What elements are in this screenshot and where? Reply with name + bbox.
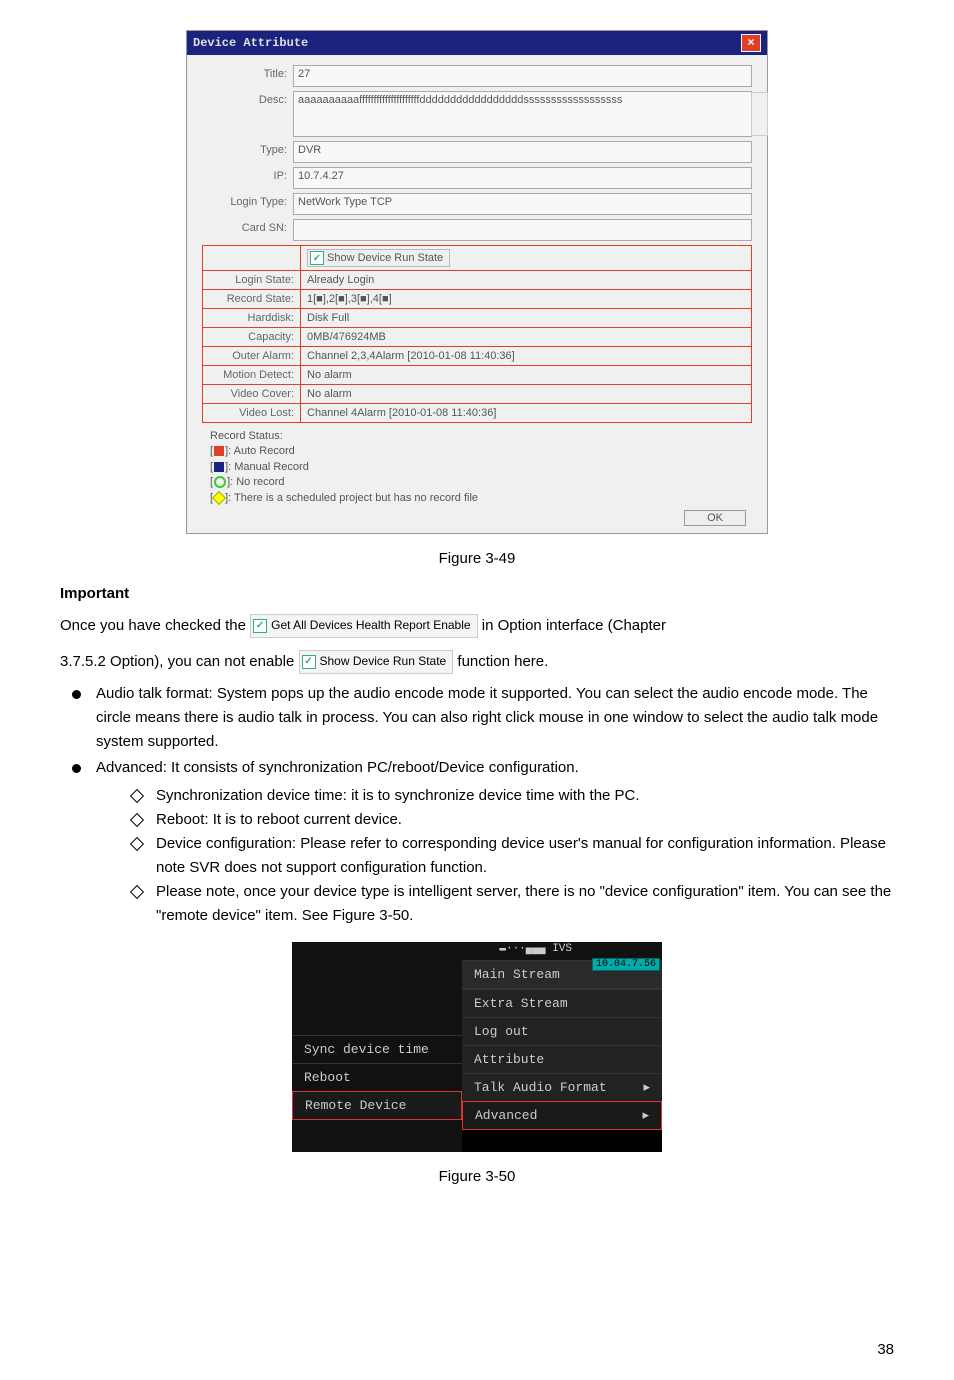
type-label: Type: <box>202 141 293 156</box>
cover-value: No alarm <box>301 385 751 403</box>
menu-extra-stream[interactable]: Extra Stream <box>462 989 662 1017</box>
capacity-label: Capacity: <box>203 328 301 346</box>
bullet-advanced: Advanced: It consists of synchronization… <box>68 756 894 928</box>
square-red-icon <box>214 446 224 456</box>
ok-button[interactable]: OK <box>684 510 746 526</box>
menu-talk-audio[interactable]: Talk Audio Format <box>462 1073 662 1101</box>
ip-field[interactable]: 10.7.4.27 <box>293 167 752 189</box>
motion-value: No alarm <box>301 366 751 384</box>
menu-advanced[interactable]: Advanced <box>462 1101 662 1130</box>
triangle-blue-icon <box>214 462 224 472</box>
sub-intelligent-server: Please note, once your device type is in… <box>128 880 894 928</box>
paragraph-1: Once you have checked the ✓Get All Devic… <box>60 614 894 638</box>
circle-green-icon <box>214 476 226 488</box>
menu-reboot[interactable]: Reboot <box>292 1063 462 1091</box>
sub-device-config: Device configuration: Please refer to co… <box>128 832 894 880</box>
harddisk-label: Harddisk: <box>203 309 301 327</box>
cover-label: Video Cover: <box>203 385 301 403</box>
dialog-title: Device Attribute <box>193 36 308 50</box>
bullet-audio-talk: Audio talk format: System pops up the au… <box>68 682 894 754</box>
title-field[interactable]: 27 <box>293 65 752 87</box>
harddisk-value: Disk Full <box>301 309 751 327</box>
show-run-state-checkbox[interactable]: ✓Show Device Run State <box>307 249 450 267</box>
sub-reboot: Reboot: It is to reboot current device. <box>128 808 894 832</box>
menu-sync-time[interactable]: Sync device time <box>292 1035 462 1063</box>
lost-label: Video Lost: <box>203 404 301 422</box>
outer-alarm-label: Outer Alarm: <box>203 347 301 365</box>
type-field[interactable]: DVR <box>293 141 752 163</box>
desc-field[interactable]: aaaaaaaaaafffffffffffffffffffffddddddddd… <box>293 91 752 137</box>
diamond-yellow-icon <box>212 491 226 505</box>
menu-remote-device[interactable]: Remote Device <box>292 1091 462 1120</box>
corner-badge: 10.04.7.56 <box>592 958 660 971</box>
card-sn-field[interactable] <box>293 219 752 241</box>
record-state-label: Record State: <box>203 290 301 308</box>
ivs-label: ▬···▄▄▄ IVS <box>499 943 572 955</box>
record-state-value: 1[■],2[■],3[■],4[■] <box>301 290 751 308</box>
sub-sync: Synchronization device time: it is to sy… <box>128 784 894 808</box>
outer-alarm-value: Channel 2,3,4Alarm [2010-01-08 11:40:36] <box>301 347 751 365</box>
motion-label: Motion Detect: <box>203 366 301 384</box>
menu-log-out[interactable]: Log out <box>462 1017 662 1045</box>
capacity-value: 0MB/476924MB <box>301 328 751 346</box>
login-state-value: Already Login <box>301 271 751 289</box>
paragraph-2: 3.7.5.2 Option), you can not enable ✓Sho… <box>60 650 894 674</box>
close-icon[interactable]: × <box>741 34 761 52</box>
show-run-state-chip: ✓Show Device Run State <box>299 650 454 673</box>
record-status-legend: Record Status: []: Auto Record []: Manua… <box>202 423 752 506</box>
run-state-table: ✓Show Device Run State Login State:Alrea… <box>202 245 752 423</box>
login-state-label: Login State: <box>203 271 301 289</box>
figure-caption-350: Figure 3-50 <box>60 1168 894 1185</box>
login-type-field[interactable]: NetWork Type TCP <box>293 193 752 215</box>
context-menu-screenshot: ▬···▄▄▄ IVS 10.04.7.56 Sync device time … <box>292 942 662 1152</box>
desc-label: Desc: <box>202 91 293 106</box>
figure-caption-349: Figure 3-49 <box>60 550 894 567</box>
login-type-label: Login Type: <box>202 193 293 208</box>
important-heading: Important <box>60 585 894 602</box>
device-attribute-dialog: Device Attribute × Title:27 Desc:aaaaaaa… <box>186 30 768 534</box>
title-label: Title: <box>202 65 293 80</box>
health-report-checkbox-chip: ✓Get All Devices Health Report Enable <box>250 614 477 637</box>
ip-label: IP: <box>202 167 293 182</box>
card-sn-label: Card SN: <box>202 219 293 234</box>
menu-attribute[interactable]: Attribute <box>462 1045 662 1073</box>
lost-value: Channel 4Alarm [2010-01-08 11:40:36] <box>301 404 751 422</box>
